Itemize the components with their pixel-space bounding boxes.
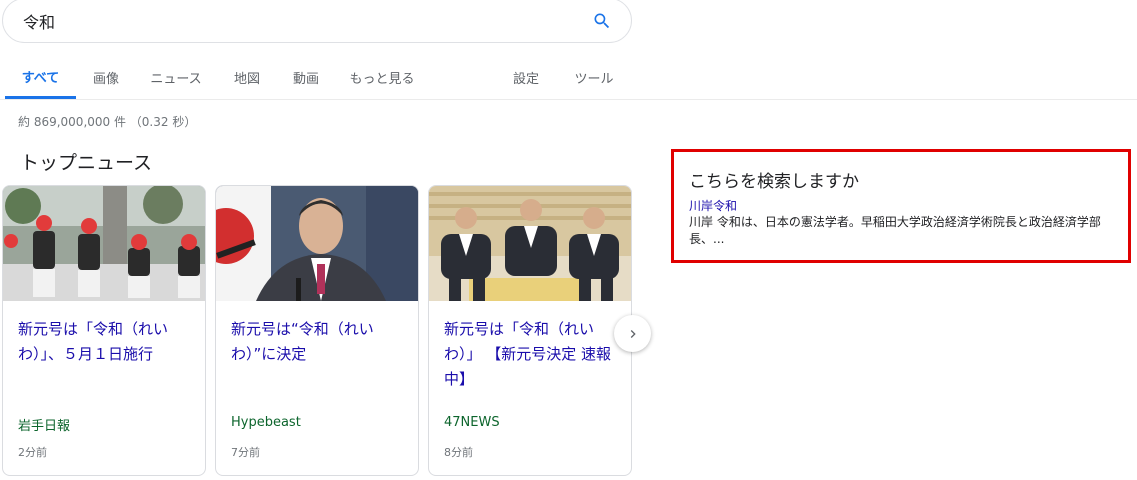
tab-news[interactable]: ニュース <box>145 56 207 99</box>
search-tabs: すべて 画像 ニュース 地図 動画 もっと見る 設定 ツール <box>0 56 1137 100</box>
news-thumbnail <box>216 186 418 301</box>
did-you-mean-heading: こちらを検索しますか <box>689 172 859 192</box>
news-card-source: 47NEWS <box>444 415 500 430</box>
news-card-time: 2分前 <box>18 446 47 459</box>
top-news-title: トップニュース <box>20 152 153 174</box>
news-card-1[interactable]: 新元号は「令和（れいわ）」、５月１日施行 岩手日報 2分前 <box>2 185 206 476</box>
news-card-title[interactable]: 新元号は「令和（れいわ）」 【新元号決定 速報中】 <box>444 317 620 392</box>
tab-maps[interactable]: 地図 <box>226 56 268 99</box>
news-card-source: Hypebeast <box>231 415 301 430</box>
search-input[interactable] <box>23 9 563 33</box>
news-card-time: 8分前 <box>444 446 473 459</box>
result-stats: 約 869,000,000 件 （0.32 秒） <box>18 115 197 129</box>
tab-settings[interactable]: 設定 <box>506 56 546 99</box>
search-box[interactable] <box>2 0 632 43</box>
news-card-title[interactable]: 新元号は“令和（れいわ）”に決定 <box>231 317 407 367</box>
search-button[interactable] <box>589 8 615 34</box>
tab-tools[interactable]: ツール <box>566 56 622 99</box>
tab-videos[interactable]: 動画 <box>285 56 327 99</box>
did-you-mean-panel: こちらを検索しますか 川岸令和 川岸 令和は、日本の憲法学者。早稲田大学政治経済… <box>671 149 1131 263</box>
chevron-right-icon <box>630 329 636 338</box>
news-thumbnail <box>429 186 631 301</box>
news-card-2[interactable]: 新元号は“令和（れいわ）”に決定 Hypebeast 7分前 <box>215 185 419 476</box>
news-card-source: 岩手日報 <box>18 419 71 434</box>
news-card-3[interactable]: 新元号は「令和（れいわ）」 【新元号決定 速報中】 47NEWS 8分前 <box>428 185 632 476</box>
tab-all[interactable]: すべて <box>5 56 76 99</box>
tab-more[interactable]: もっと見る <box>344 56 420 99</box>
tab-images[interactable]: 画像 <box>84 56 128 99</box>
did-you-mean-snippet: 川岸 令和は、日本の憲法学者。早稲田大学政治経済学術院長と政治経済学部長、... <box>689 215 1101 246</box>
news-card-time: 7分前 <box>231 446 260 459</box>
did-you-mean-link[interactable]: 川岸令和 <box>689 197 737 214</box>
news-card-title[interactable]: 新元号は「令和（れいわ）」、５月１日施行 <box>18 317 194 367</box>
search-icon <box>594 13 610 29</box>
carousel-next-button[interactable] <box>614 315 651 352</box>
news-thumbnail <box>3 186 205 301</box>
